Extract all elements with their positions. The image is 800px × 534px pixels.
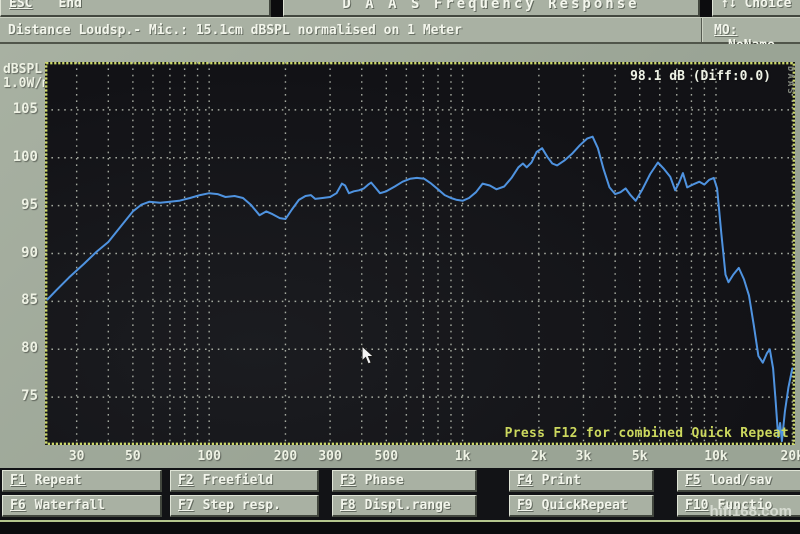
f6-key: F6	[10, 498, 26, 513]
spl-response-curve	[46, 135, 794, 443]
x-tick-label: 50	[125, 449, 141, 464]
f8-label: Displ.range	[364, 498, 451, 513]
y-tick-label: 100	[12, 148, 38, 165]
f2-freefield-button[interactable]: F2 Freefield	[170, 470, 319, 492]
f9-key: F9	[517, 498, 533, 513]
choice-button[interactable]: ↑↓ Choice	[712, 0, 800, 17]
f9-label: QuickRepeat	[541, 498, 628, 513]
y-tick-label: 105	[12, 100, 38, 117]
x-tick-label: 10k	[704, 449, 728, 464]
level-readout: 98.1 dB (Diff:0.0)	[630, 69, 771, 84]
x-tick-label: 200	[273, 449, 298, 464]
f3-phase-button[interactable]: F3 Phase	[332, 470, 477, 492]
app-title: D A A S Frequency Response	[342, 0, 640, 12]
measurement-info-bar: Distance Loudsp.- Mic.: 15.1cm dBSPL nor…	[0, 17, 800, 53]
f6-label: Waterfall	[34, 498, 106, 513]
f1-repeat-button[interactable]: F1 Repeat	[2, 470, 162, 492]
frequency-response-plot: 98.1 dB (Diff:0.0) Press F12 for combine…	[45, 62, 795, 445]
x-tick-label: 1k	[454, 449, 471, 464]
x-tick-label: 300	[318, 449, 342, 464]
y-axis-unit-label: dBSPL 1.0W/m	[3, 63, 50, 91]
f1-label: Repeat	[34, 473, 82, 488]
x-tick-label: 100	[197, 449, 221, 464]
bottom-strip	[0, 520, 800, 534]
plot-border	[45, 62, 795, 445]
f9-quickrepeat-button[interactable]: F9 QuickRepeat	[509, 495, 654, 517]
f10-key: F10	[685, 498, 709, 513]
end-label: End	[58, 0, 82, 11]
esc-key-label: ESC	[9, 0, 33, 11]
f8-displ-range-button[interactable]: F8 Displ.range	[332, 495, 477, 517]
y-tick-label: 80	[21, 340, 38, 357]
f3-label: Phase	[364, 473, 404, 488]
esc-end-button[interactable]: ESC End	[0, 0, 271, 17]
f1-key: F1	[10, 473, 26, 488]
x-tick-label: 3k	[575, 449, 592, 464]
y-tick-label: 90	[21, 244, 38, 261]
f5-label: load/sav	[709, 473, 773, 488]
f4-key: F4	[517, 473, 533, 488]
f5-load-save-button[interactable]: F5 load/sav	[677, 470, 800, 492]
chart-region: dBSPL 1.0W/m 98.1 dB (Diff:0.0) Press F1…	[0, 44, 800, 468]
f4-label: Print	[541, 473, 581, 488]
watermark-text: hifi168.com	[709, 503, 792, 520]
x-tick-label: 500	[374, 449, 399, 464]
f2-label: Freefield	[202, 473, 274, 488]
x-tick-label: 30	[68, 449, 85, 464]
x-tick-label: 2k	[531, 449, 547, 464]
info-bar-divider	[701, 18, 703, 42]
f6-waterfall-button[interactable]: F6 Waterfall	[2, 495, 162, 517]
title-bar: ESC End D A A S Frequency Response ↑↓ Ch…	[0, 0, 800, 17]
mo-key-label: MO:	[714, 23, 738, 38]
x-tick-label: 20k	[780, 449, 800, 464]
y-tick-label: 85	[21, 292, 38, 309]
unit-dbspl: dBSPL	[3, 62, 43, 77]
daas-side-label: DAAS	[785, 66, 795, 96]
f3-key: F3	[340, 473, 356, 488]
f5-key: F5	[685, 473, 701, 488]
f7-step-resp-button[interactable]: F7 Step resp.	[170, 495, 319, 517]
unit-ref: 1.0W/m	[3, 76, 50, 91]
choice-label: ↑↓ Choice	[721, 0, 792, 11]
y-tick-label: 95	[21, 196, 38, 213]
function-key-bar: F1 Repeat F2 Freefield F3 Phase F4 Print…	[0, 468, 800, 520]
f2-key: F2	[178, 473, 194, 488]
daas-screen: ESC End D A A S Frequency Response ↑↓ Ch…	[0, 0, 800, 534]
app-title-button: D A A S Frequency Response	[283, 0, 700, 17]
y-tick-label: 75	[21, 388, 38, 405]
f7-key: F7	[178, 498, 194, 513]
f12-hint-text: Press F12 for combined Quick Repeat	[504, 426, 789, 441]
plot-canvas	[45, 62, 795, 445]
f8-key: F8	[340, 498, 356, 513]
f7-label: Step resp.	[202, 498, 281, 513]
x-tick-label: 5k	[631, 449, 648, 464]
measurement-description: Distance Loudsp.- Mic.: 15.1cm dBSPL nor…	[8, 23, 462, 38]
f4-print-button[interactable]: F4 Print	[509, 470, 654, 492]
